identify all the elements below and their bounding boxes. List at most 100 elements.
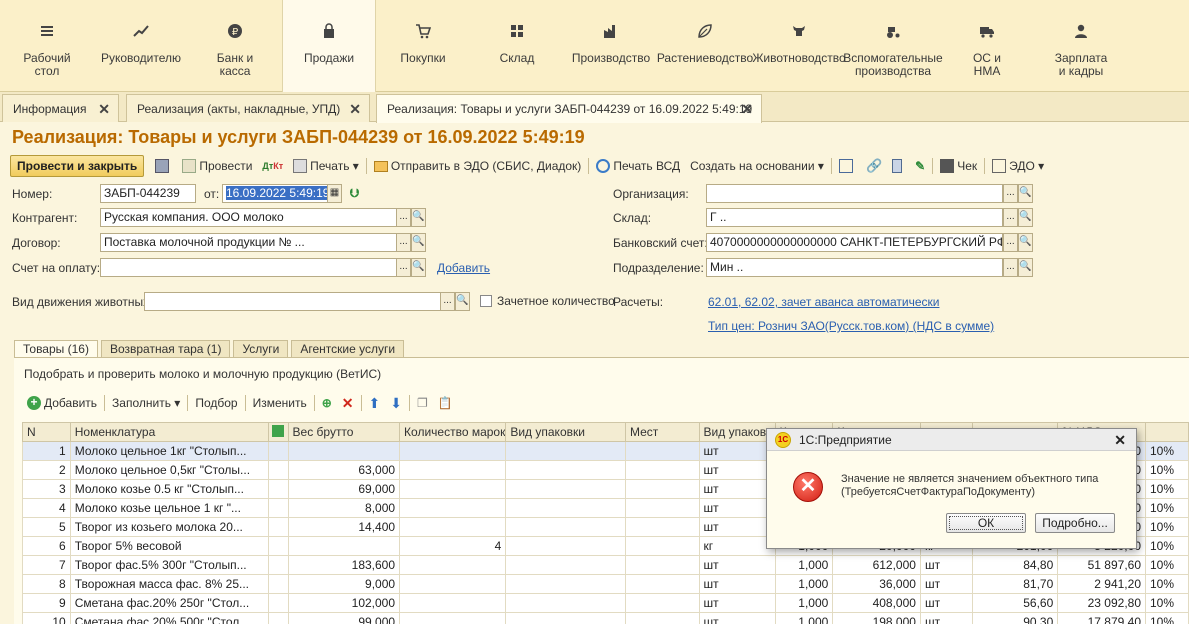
close-icon[interactable]: ✕: [349, 101, 361, 118]
table-cell[interactable]: Молоко цельное 0,5кг "Столы...: [69, 460, 269, 480]
table-cell[interactable]: [505, 612, 626, 624]
table-cell[interactable]: 99,000: [287, 612, 401, 624]
table-cell[interactable]: 84,80: [971, 555, 1059, 575]
table-cell[interactable]: 10%: [1145, 593, 1189, 613]
table-cell[interactable]: [505, 555, 626, 575]
report-button[interactable]: [887, 155, 910, 177]
move-down-button[interactable]: ⬇: [385, 392, 407, 414]
table-cell[interactable]: [399, 593, 507, 613]
table-cell[interactable]: 1,000: [774, 612, 834, 624]
table-cell[interactable]: 10%: [1145, 498, 1189, 518]
table-cell[interactable]: 1,000: [774, 555, 834, 575]
table-cell[interactable]: [267, 612, 289, 624]
table-cell[interactable]: 1: [22, 441, 71, 461]
table-cell[interactable]: 408,000: [832, 593, 921, 613]
table-cell[interactable]: [505, 536, 626, 556]
table-cell[interactable]: [624, 517, 700, 537]
copy-row-button[interactable]: ⊕: [317, 392, 337, 414]
calendar-icon[interactable]: ▦: [327, 184, 342, 203]
table-cell[interactable]: [267, 517, 289, 537]
organization-field[interactable]: [706, 184, 1003, 203]
table-cell[interactable]: 198,000: [832, 612, 921, 624]
table-cell[interactable]: [287, 441, 401, 461]
invoice-field[interactable]: [100, 258, 397, 277]
table-cell[interactable]: 63,000: [287, 460, 401, 480]
animal-move-field[interactable]: [144, 292, 441, 311]
table-cell[interactable]: [505, 498, 626, 518]
table-cell[interactable]: шт: [698, 612, 776, 624]
section-trend[interactable]: Руководителю: [94, 0, 188, 92]
table-cell[interactable]: 7: [22, 555, 71, 575]
create-based-button[interactable]: Создать на основании ▾: [685, 155, 829, 177]
table-cell[interactable]: шт: [698, 498, 776, 518]
section-cow[interactable]: Животноводство: [752, 0, 846, 92]
table-cell[interactable]: 10%: [1145, 574, 1189, 594]
table-cell[interactable]: 10%: [1145, 555, 1189, 575]
table-cell[interactable]: 183,600: [287, 555, 401, 575]
fill-button[interactable]: Заполнить ▾: [107, 392, 185, 414]
table-cell[interactable]: Молоко козье цельное 1 кг "...: [69, 498, 269, 518]
table-cell[interactable]: [399, 574, 507, 594]
table-cell[interactable]: [624, 498, 700, 518]
table-cell[interactable]: Молоко козье 0.5 кг "Столып...: [69, 479, 269, 499]
more-icon[interactable]: ...: [396, 208, 411, 227]
table-cell[interactable]: шт: [698, 479, 776, 499]
table-cell[interactable]: шт: [919, 555, 973, 575]
check-doc-icon[interactable]: ⮋: [350, 186, 359, 201]
table-cell[interactable]: [624, 460, 700, 480]
table-cell[interactable]: [505, 441, 626, 461]
add-invoice-link[interactable]: Добавить: [437, 261, 490, 275]
tab-services[interactable]: Услуги: [233, 340, 289, 358]
division-field[interactable]: Мин ..: [706, 258, 1003, 277]
section-ruble[interactable]: ₽ Банк и касса: [188, 0, 282, 92]
table-cell[interactable]: Творог из козьего молока 20...: [69, 517, 269, 537]
table-cell[interactable]: Молоко цельное 1кг "Столып...: [69, 441, 269, 461]
section-menu[interactable]: Рабочий стол: [0, 0, 94, 92]
table-cell[interactable]: 56,60: [971, 593, 1059, 613]
table-cell[interactable]: [624, 536, 700, 556]
section-cart[interactable]: Покупки: [376, 0, 470, 92]
search-icon[interactable]: 🔍: [411, 208, 426, 227]
search-icon[interactable]: 🔍: [455, 292, 470, 311]
col-marks-count[interactable]: Количество марок: [399, 422, 507, 442]
col-nomenclature[interactable]: Номенклатура: [69, 422, 269, 442]
print-button[interactable]: Печать ▾: [288, 155, 364, 177]
post-and-close-button[interactable]: Провести и закрыть: [10, 155, 145, 177]
table-cell[interactable]: 2 941,20: [1057, 574, 1146, 594]
table-cell[interactable]: [267, 593, 289, 613]
tab-sales-document[interactable]: Реализация: Товары и услуги ЗАБП-044239 …: [376, 94, 762, 123]
table-cell[interactable]: 1,000: [774, 574, 834, 594]
table-cell[interactable]: кг: [698, 536, 776, 556]
table-cell[interactable]: Творог 5% весовой: [69, 536, 269, 556]
col-vat[interactable]: [1145, 422, 1189, 442]
table-cell[interactable]: 6: [22, 536, 71, 556]
count-check-checkbox[interactable]: Зачетное количество: [480, 294, 615, 308]
settlements-link[interactable]: 62.01, 62.02, зачет аванса автоматически: [708, 295, 939, 309]
table-cell[interactable]: 5: [22, 517, 71, 537]
table-cell[interactable]: Сметана фас.20% 500г "Стол...: [69, 612, 269, 624]
contract-field[interactable]: Поставка молочной продукции № ...: [100, 233, 397, 252]
col-package-type[interactable]: Вид упаковки: [505, 422, 626, 442]
table-cell[interactable]: Творожная масса фас. 8% 25...: [69, 574, 269, 594]
col-package-type-2[interactable]: Вид упаковк: [698, 422, 776, 442]
table-cell[interactable]: [624, 479, 700, 499]
send-edo-button[interactable]: Отправить в ЭДО (СБИС, Диадок): [369, 155, 587, 177]
table-cell[interactable]: 10%: [1145, 612, 1189, 624]
counterparty-field[interactable]: Русская компания. ООО молоко: [100, 208, 397, 227]
table-cell[interactable]: [399, 555, 507, 575]
more-icon[interactable]: ...: [1003, 184, 1018, 203]
delete-row-button[interactable]: ✕: [337, 392, 359, 414]
more-icon[interactable]: ...: [1003, 258, 1018, 277]
table-row[interactable]: 8 Творожная масса фас. 8% 25... 9,000 шт 1,0…: [22, 574, 1189, 594]
table-cell[interactable]: [267, 498, 289, 518]
table-row[interactable]: 9 Сметана фас.20% 250г "Стол... 102,000 шт 1…: [22, 593, 1189, 613]
table-cell[interactable]: [267, 460, 289, 480]
table-cell[interactable]: 102,000: [287, 593, 401, 613]
table-cell[interactable]: [287, 536, 401, 556]
col-marking[interactable]: [267, 422, 289, 442]
tab-goods[interactable]: Товары (16): [14, 340, 98, 358]
table-cell[interactable]: [267, 574, 289, 594]
table-cell[interactable]: 90,30: [971, 612, 1059, 624]
table-cell[interactable]: [399, 612, 507, 624]
table-cell[interactable]: шт: [698, 593, 776, 613]
